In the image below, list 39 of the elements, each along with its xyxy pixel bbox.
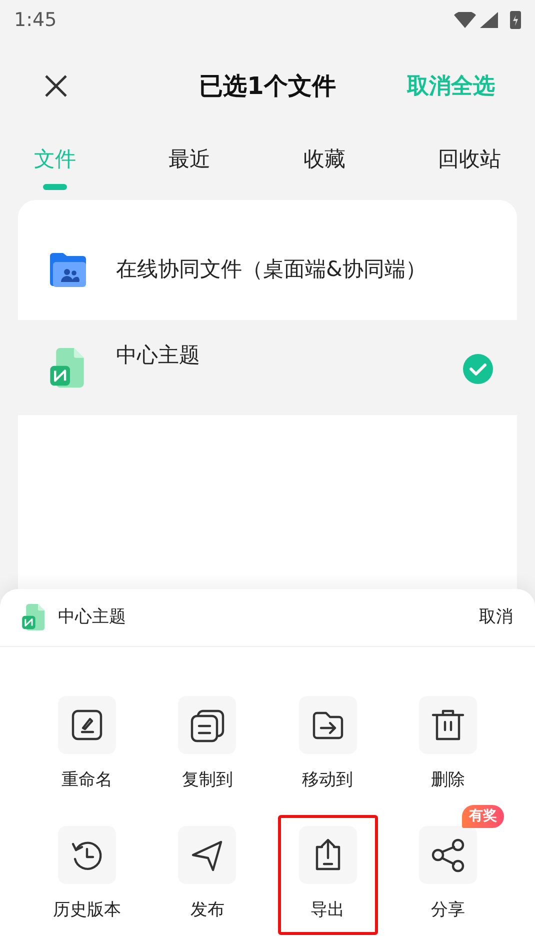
status-time: 1:45 bbox=[14, 8, 57, 33]
action-item[interactable]: 重命名 bbox=[37, 685, 138, 805]
action-item[interactable]: 复制到 bbox=[157, 685, 258, 805]
action-label: 复制到 bbox=[182, 769, 233, 792]
action-label: 重命名 bbox=[62, 769, 113, 792]
tab[interactable]: 收藏 bbox=[303, 132, 346, 200]
signal-icon bbox=[480, 12, 498, 28]
action-label: 历史版本 bbox=[53, 899, 122, 922]
tab[interactable]: 最近 bbox=[168, 132, 211, 200]
action-label: 分享 bbox=[430, 899, 465, 922]
battery-charging-icon bbox=[510, 11, 521, 29]
mindmap-file-icon bbox=[50, 348, 86, 388]
header-title: 已选1个文件 bbox=[199, 71, 336, 102]
file-name: 中心主题 bbox=[116, 342, 200, 369]
close-button[interactable] bbox=[44, 74, 68, 98]
action-item[interactable]: 移动到 bbox=[278, 685, 378, 805]
stacked-pages-icon bbox=[189, 707, 226, 743]
file-name: 在线协同文件（桌面端&协同端） bbox=[116, 256, 426, 284]
action-label: 导出 bbox=[310, 899, 345, 922]
action-label: 发布 bbox=[190, 899, 224, 922]
cancel-button[interactable]: 取消 bbox=[479, 604, 513, 630]
reward-badge: 有奖 bbox=[462, 805, 504, 828]
mindmap-file-icon bbox=[22, 604, 46, 631]
action-item[interactable]: 发布 bbox=[157, 815, 258, 935]
action-item[interactable]: 历史版本 bbox=[37, 815, 138, 935]
action-item[interactable]: 删除 bbox=[398, 685, 498, 805]
action-label: 移动到 bbox=[302, 769, 354, 792]
tab[interactable]: 回收站 bbox=[438, 132, 501, 200]
sheet-file-name: 中心主题 bbox=[58, 606, 126, 629]
trash-icon bbox=[430, 707, 466, 743]
close-icon bbox=[44, 74, 68, 98]
active-tab-indicator bbox=[43, 184, 67, 190]
wifi-icon bbox=[454, 12, 476, 28]
share-icon bbox=[430, 837, 466, 873]
action-label: 删除 bbox=[430, 769, 465, 792]
folder-icon bbox=[50, 253, 86, 287]
file-row[interactable]: 中心主题 bbox=[18, 320, 517, 415]
action-item[interactable]: 导出 bbox=[278, 815, 378, 935]
checked-icon bbox=[463, 354, 493, 384]
